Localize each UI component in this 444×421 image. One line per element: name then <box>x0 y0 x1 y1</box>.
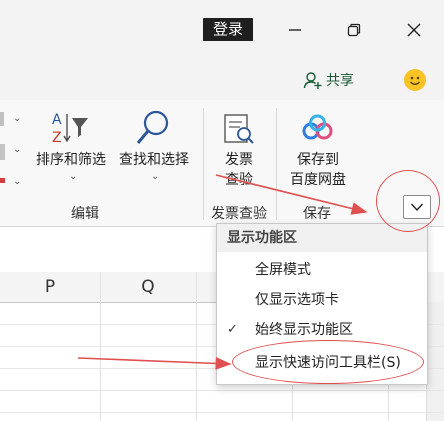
group-label-invoice: 发票查验 <box>211 206 267 222</box>
invoice-check-button[interactable] <box>222 112 256 150</box>
svg-text:Z: Z <box>52 130 62 146</box>
sort-filter-label[interactable]: 排序和筛选 <box>32 150 110 170</box>
chevron-down-icon[interactable]: ⌄ <box>13 144 21 155</box>
share-button[interactable]: 共享 <box>303 68 354 92</box>
ribbon-separator <box>276 108 277 220</box>
close-button[interactable] <box>396 14 432 46</box>
column-header-p[interactable]: P <box>0 272 100 302</box>
login-button[interactable]: 登录 <box>203 18 253 41</box>
minimize-button[interactable] <box>277 14 313 46</box>
invoice-check-label-line2[interactable]: 查验 <box>214 170 264 190</box>
restore-icon <box>347 23 361 37</box>
partial-icon <box>0 112 4 126</box>
annotation-circle <box>232 340 424 384</box>
smiley-face-icon <box>410 76 420 85</box>
sort-filter-button[interactable]: A Z <box>50 110 94 150</box>
menu-item-label: 仅显示选项卡 <box>255 292 339 308</box>
save-baidu-button[interactable] <box>301 114 335 146</box>
menu-item-fullscreen[interactable]: 全屏模式 <box>217 255 427 285</box>
restore-button[interactable] <box>336 14 372 46</box>
magnifier-icon <box>136 110 169 144</box>
find-select-button[interactable] <box>134 108 174 152</box>
sort-filter-icon: A Z <box>52 112 88 146</box>
feedback-smiley-icon[interactable] <box>404 69 426 91</box>
annotation-circle <box>376 170 440 232</box>
partial-icon <box>0 144 5 160</box>
menu-item-label: 全屏模式 <box>255 262 311 278</box>
invoice-check-icon <box>224 114 254 144</box>
share-row <box>0 60 444 100</box>
chevron-down-icon[interactable]: ⌄ <box>13 176 21 187</box>
menu-item-show-tabs-only[interactable]: 仅显示选项卡 <box>217 285 427 315</box>
grid-line <box>0 412 444 413</box>
checkmark-icon: ✓ <box>227 322 238 337</box>
group-label-edit: 编辑 <box>71 206 99 222</box>
chevron-down-icon[interactable]: ⌄ <box>151 171 159 182</box>
chevron-down-icon[interactable]: ⌄ <box>69 171 77 182</box>
save-baidu-label-line2[interactable]: 百度网盘 <box>280 170 356 190</box>
column-header-q[interactable]: Q <box>100 272 196 302</box>
close-icon <box>407 23 421 37</box>
minimize-icon <box>289 29 301 31</box>
find-select-label[interactable]: 查找和选择 <box>114 150 194 170</box>
share-label: 共享 <box>326 73 354 89</box>
add-person-icon <box>303 72 322 89</box>
group-label-save: 保存 <box>303 206 331 222</box>
chevron-down-icon[interactable]: ⌄ <box>13 113 21 124</box>
menu-item-label: 始终显示功能区 <box>255 322 353 338</box>
save-baidu-label-line1[interactable]: 保存到 <box>280 150 356 170</box>
partial-icon <box>0 178 5 183</box>
svg-text:A: A <box>52 112 62 128</box>
grid-line <box>0 390 444 391</box>
baidu-cloud-icon <box>302 114 333 140</box>
invoice-check-label-line1[interactable]: 发票 <box>214 150 264 170</box>
vertical-scrollbar[interactable] <box>426 302 444 421</box>
